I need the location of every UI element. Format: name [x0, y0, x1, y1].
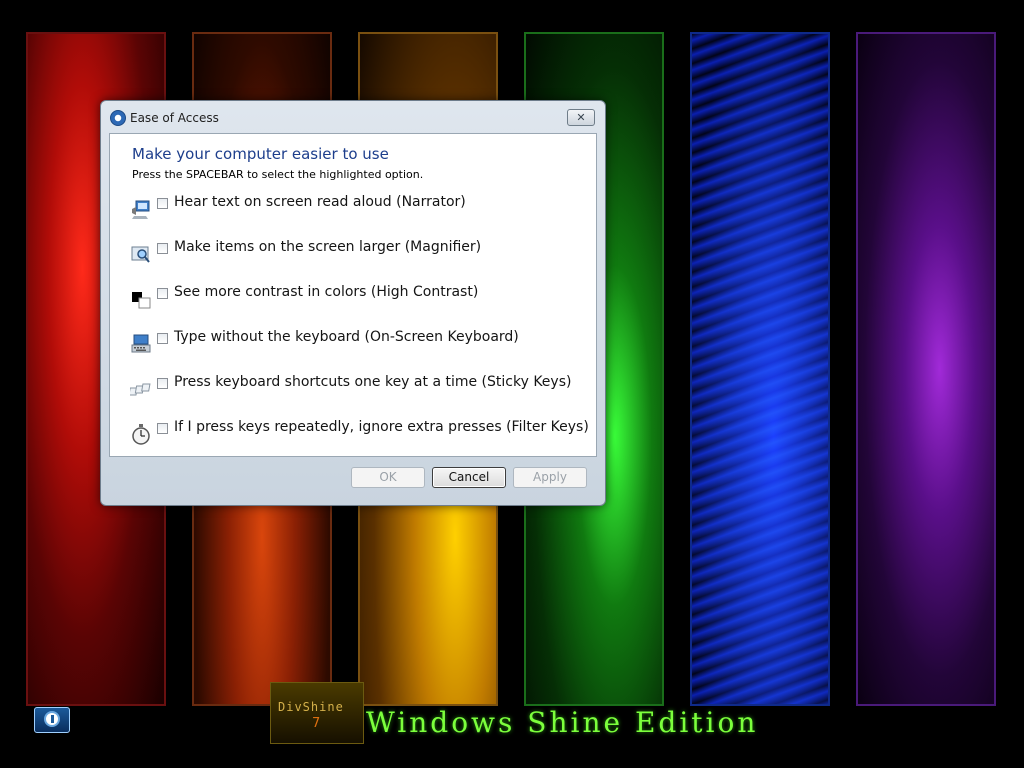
dialog-button-row: OK Cancel Apply — [101, 459, 605, 505]
cancel-button[interactable]: Cancel — [432, 467, 506, 488]
ease-of-access-title-icon — [110, 110, 126, 126]
on-screen-keyboard-checkbox[interactable] — [157, 333, 168, 344]
brand-number: 7 — [312, 716, 321, 731]
option-narrator[interactable]: Hear text on screen read aloud (Narrator… — [128, 194, 588, 224]
high-contrast-icon — [132, 292, 151, 309]
ok-button[interactable]: OK — [351, 467, 425, 488]
edition-title: Windows Shine Edition — [366, 706, 759, 739]
dialog-titlebar[interactable]: Ease of Access ✕ — [101, 101, 605, 133]
option-high-contrast[interactable]: See more contrast in colors (High Contra… — [128, 284, 588, 314]
dialog-content: Make your computer easier to use Press t… — [109, 133, 597, 457]
option-label: If I press keys repeatedly, ignore extra… — [174, 419, 589, 435]
sticky-keys-checkbox[interactable] — [157, 378, 168, 389]
close-button[interactable]: ✕ — [567, 109, 595, 126]
instruction-text: Press the SPACEBAR to select the highlig… — [132, 168, 424, 181]
wallpaper-panel-blue — [690, 32, 830, 706]
ease-of-access-icon — [44, 711, 60, 727]
sticky-keys-icon — [130, 383, 151, 396]
option-on-screen-keyboard[interactable]: Type without the keyboard (On-Screen Key… — [128, 329, 588, 359]
option-label: Press keyboard shortcuts one key at a ti… — [174, 374, 572, 390]
option-label: See more contrast in colors (High Contra… — [174, 284, 479, 300]
magnifier-checkbox[interactable] — [157, 243, 168, 254]
filter-keys-checkbox[interactable] — [157, 423, 168, 434]
ease-of-access-dialog: Ease of Access ✕ Make your computer easi… — [100, 100, 606, 506]
option-label: Make items on the screen larger (Magnifi… — [174, 239, 482, 255]
ease-of-access-button[interactable] — [34, 707, 70, 733]
option-sticky-keys[interactable]: Press keyboard shortcuts one key at a ti… — [128, 374, 588, 404]
page-heading: Make your computer easier to use — [132, 145, 389, 163]
option-filter-keys[interactable]: If I press keys repeatedly, ignore extra… — [128, 419, 589, 449]
option-magnifier[interactable]: Make items on the screen larger (Magnifi… — [128, 239, 588, 269]
brand-name: DivShine — [278, 700, 344, 714]
option-label: Type without the keyboard (On-Screen Key… — [174, 329, 519, 345]
stopwatch-icon — [132, 424, 150, 445]
high-contrast-checkbox[interactable] — [157, 288, 168, 299]
magnifier-icon — [131, 246, 150, 263]
dialog-title: Ease of Access — [130, 111, 219, 125]
wallpaper-panel-purple — [856, 32, 996, 706]
narrator-icon — [132, 200, 150, 219]
narrator-checkbox[interactable] — [157, 198, 168, 209]
apply-button[interactable]: Apply — [513, 467, 587, 488]
keyboard-icon — [131, 334, 151, 353]
option-label: Hear text on screen read aloud (Narrator… — [174, 194, 466, 210]
